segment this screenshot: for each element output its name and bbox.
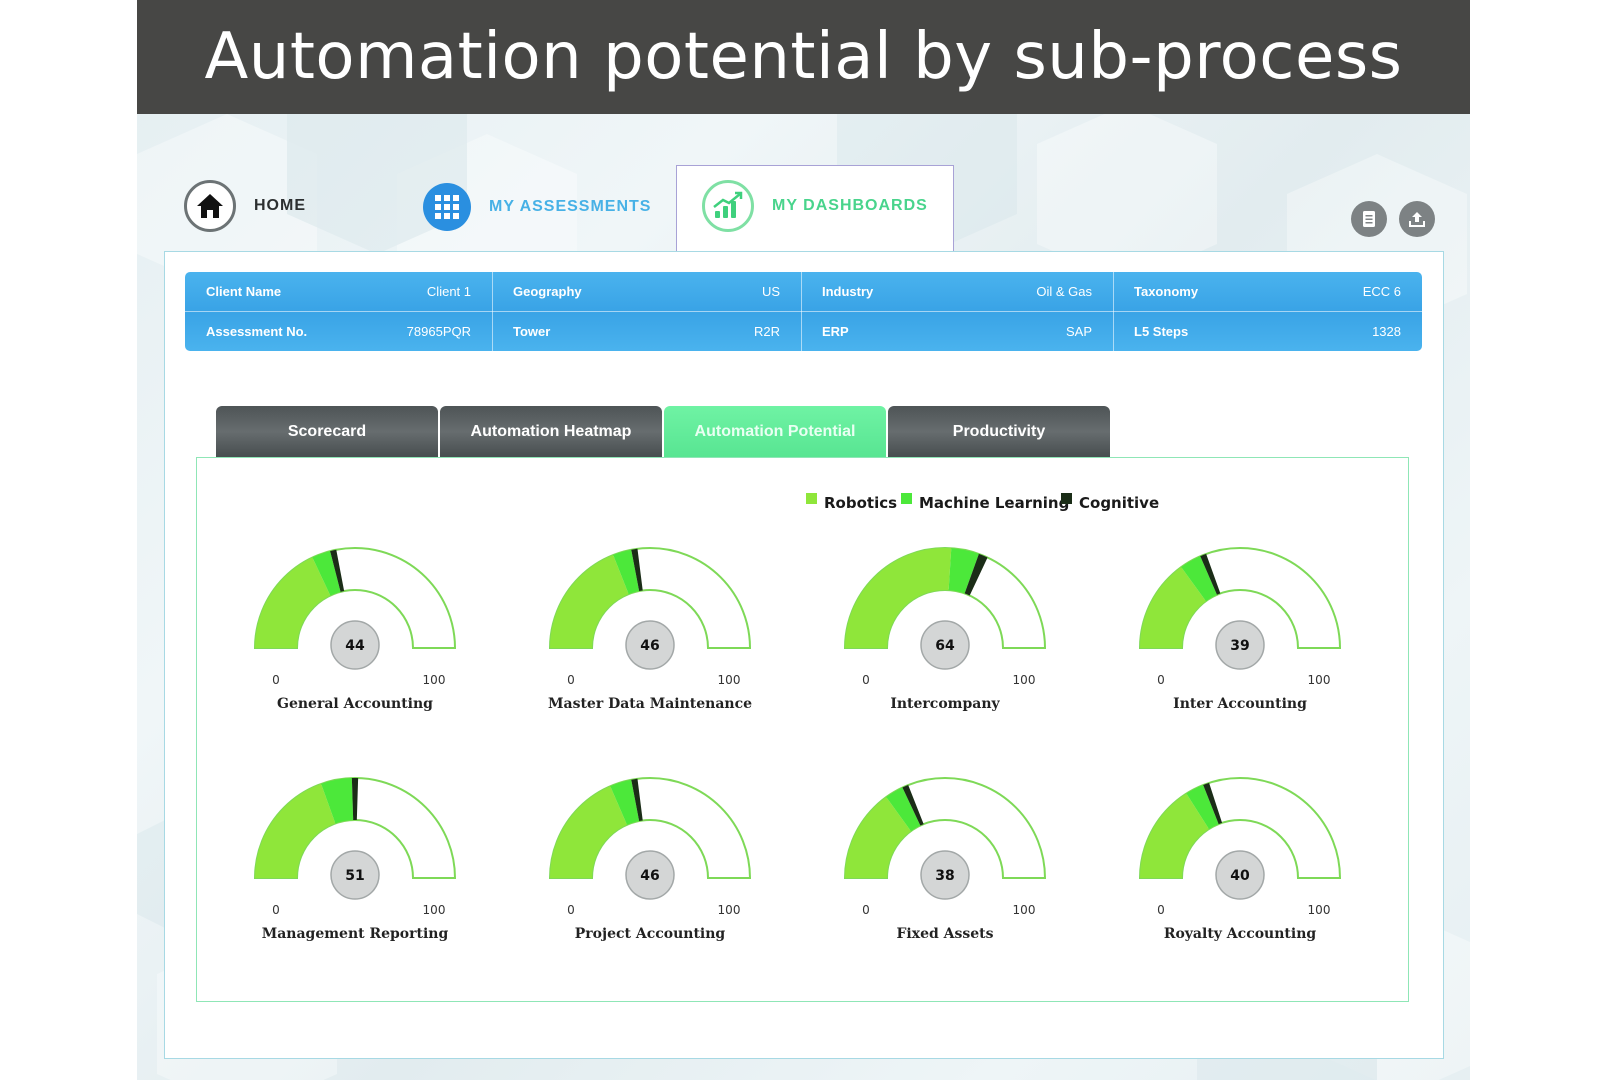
- gauge-value: 46: [640, 868, 659, 884]
- gauge-title: Inter Accounting: [1173, 696, 1307, 712]
- report-button[interactable]: [1351, 201, 1387, 237]
- legend-swatch: [806, 493, 817, 504]
- gauge-max-tick: 100: [718, 903, 741, 917]
- nav-my-dashboards[interactable]: MY DASHBOARDS: [702, 180, 928, 232]
- info-erp: ERP SAP: [822, 324, 1092, 339]
- gauge-chart-svg: Robotics Machine Learning Cognitive 44 0 100 G…: [253, 493, 1342, 942]
- tab-productivity[interactable]: Productivity: [888, 406, 1110, 457]
- nav-my-assessments-label: MY ASSESSMENTS: [489, 198, 652, 215]
- info-divider: [801, 272, 802, 351]
- gauge-min-tick: 0: [272, 903, 280, 917]
- gauge-min-tick: 0: [1157, 673, 1165, 687]
- info-divider: [185, 311, 1422, 312]
- gauge-value: 51: [345, 868, 364, 884]
- gauge-min-tick: 0: [1157, 903, 1165, 917]
- gauge-min-tick: 0: [567, 673, 575, 687]
- gauge-segment-robotics: [255, 783, 336, 878]
- gauge-title: Project Accounting: [575, 926, 726, 942]
- nav-my-dashboards-label: MY DASHBOARDS: [772, 197, 928, 214]
- home-icon: [184, 180, 236, 232]
- gauge-value: 40: [1230, 868, 1250, 884]
- gauge-title: Management Reporting: [262, 926, 449, 942]
- gauge-max-tick: 100: [718, 673, 741, 687]
- info-geography: Geography US: [513, 284, 780, 299]
- gauge-max-tick: 100: [423, 673, 446, 687]
- info-client-name: Client Name Client 1: [206, 284, 471, 299]
- gauge-max-tick: 100: [1013, 903, 1036, 917]
- nav-home-label: HOME: [254, 197, 306, 214]
- info-taxonomy: Taxonomy ECC 6: [1134, 284, 1401, 299]
- info-divider: [492, 272, 493, 351]
- nav-my-assessments[interactable]: MY ASSESSMENTS: [423, 183, 651, 231]
- gauge-max-tick: 100: [1308, 673, 1331, 687]
- gauge-min-tick: 0: [862, 903, 870, 917]
- gauge-title: Fixed Assets: [896, 926, 993, 942]
- tab-scorecard[interactable]: Scorecard: [216, 406, 438, 457]
- legend-label: Machine Learning: [919, 494, 1069, 512]
- tab-automation-heatmap[interactable]: Automation Heatmap: [440, 406, 662, 457]
- gauge-min-tick: 0: [567, 903, 575, 917]
- gauge-min-tick: 0: [272, 673, 280, 687]
- nav-home[interactable]: HOME: [184, 180, 306, 232]
- gauge-title: Intercompany: [890, 696, 1000, 712]
- info-l5-steps: L5 Steps 1328: [1134, 324, 1401, 339]
- gauge-value: 46: [640, 638, 659, 654]
- info-divider: [1113, 272, 1114, 351]
- gauge-title: Master Data Maintenance: [548, 696, 752, 712]
- gauge-max-tick: 100: [1013, 673, 1036, 687]
- document-icon: [1363, 211, 1375, 227]
- assessment-info-bar: Client Name Client 1 Assessment No. 78965P…: [185, 272, 1422, 351]
- gauge-max-tick: 100: [1308, 903, 1331, 917]
- gauge-value: 39: [1230, 638, 1249, 654]
- gauge-value: 64: [935, 638, 955, 654]
- gauge-title: Royalty Accounting: [1164, 926, 1317, 942]
- app-frame: Automation potential by sub-process HOME…: [137, 0, 1470, 1080]
- gauge-title: General Accounting: [277, 696, 433, 712]
- gauge-max-tick: 100: [423, 903, 446, 917]
- export-button[interactable]: [1399, 201, 1435, 237]
- gauge-value: 38: [935, 868, 954, 884]
- gauge-min-tick: 0: [862, 673, 870, 687]
- gauge-value: 44: [345, 638, 365, 654]
- legend-label: Robotics: [824, 494, 897, 512]
- grid-icon: [423, 183, 471, 231]
- info-tower: Tower R2R: [513, 324, 780, 339]
- page-title: Automation potential by sub-process: [137, 0, 1470, 114]
- legend-swatch: [901, 493, 912, 504]
- legend-swatch: [1061, 493, 1072, 504]
- info-assessment-no: Assessment No. 78965PQR: [206, 324, 471, 339]
- upload-icon: [1409, 212, 1425, 227]
- info-industry: Industry Oil & Gas: [822, 284, 1092, 299]
- tab-automation-potential[interactable]: Automation Potential: [664, 406, 886, 457]
- gauge-chart: Robotics Machine Learning Cognitive 44 0 100 G…: [228, 493, 1378, 973]
- legend-label: Cognitive: [1079, 494, 1159, 512]
- chart-icon: [702, 180, 754, 232]
